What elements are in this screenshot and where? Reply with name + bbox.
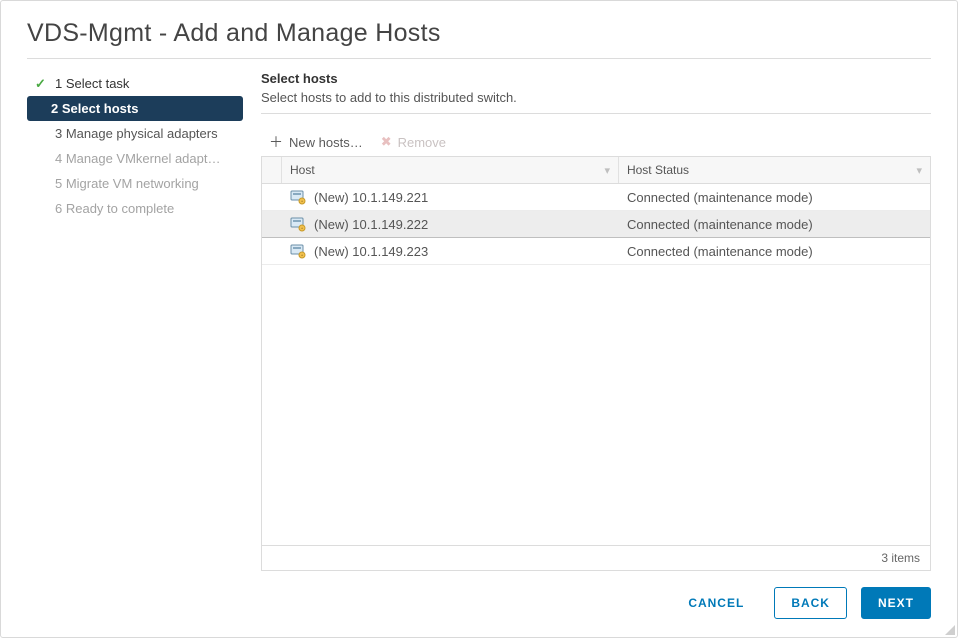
cell-host: + (New) 10.1.149.221 xyxy=(282,184,619,210)
host-name: (New) 10.1.149.223 xyxy=(314,244,428,259)
grid-header: Host ▾ Host Status ▾ xyxy=(262,157,930,184)
dialog-body: ✓ 1 Select task 2 Select hosts 3 Manage … xyxy=(1,71,957,571)
cell-status: Connected (maintenance mode) xyxy=(619,185,930,210)
dialog-footer: CANCEL BACK NEXT xyxy=(1,571,957,637)
back-button[interactable]: BACK xyxy=(774,587,847,619)
cancel-button[interactable]: CANCEL xyxy=(672,588,760,618)
host-icon: + xyxy=(290,189,306,205)
main-panel: Select hosts Select hosts to add to this… xyxy=(243,71,931,571)
step-label: 3 Manage physical adapters xyxy=(55,126,218,141)
grid-body[interactable]: + (New) 10.1.149.221 Connected (maintena… xyxy=(262,184,930,545)
new-hosts-label: New hosts… xyxy=(289,135,363,150)
step-2-select-hosts[interactable]: 2 Select hosts xyxy=(27,96,243,121)
grid-footer: 3 items xyxy=(262,545,930,570)
panel-heading: Select hosts xyxy=(261,71,931,86)
host-icon: + xyxy=(290,243,306,259)
grid-toolbar: ＋ New hosts… ✖ Remove xyxy=(261,128,931,156)
host-name: (New) 10.1.149.222 xyxy=(314,217,428,232)
divider xyxy=(261,113,931,114)
filter-icon[interactable]: ▾ xyxy=(916,164,922,177)
wizard-dialog: VDS-Mgmt - Add and Manage Hosts ✓ 1 Sele… xyxy=(0,0,958,638)
cell-host: + (New) 10.1.149.223 xyxy=(282,238,619,264)
remove-icon: ✖ xyxy=(381,134,392,150)
step-label: 2 Select hosts xyxy=(51,101,138,116)
hosts-grid: Host ▾ Host Status ▾ + xyxy=(261,156,931,571)
new-hosts-button[interactable]: ＋ New hosts… xyxy=(269,135,363,150)
plus-icon: ＋ xyxy=(269,135,283,149)
step-3-manage-physical-adapters: 3 Manage physical adapters xyxy=(27,121,243,146)
next-button[interactable]: NEXT xyxy=(861,587,931,619)
dialog-title: VDS-Mgmt - Add and Manage Hosts xyxy=(1,1,957,58)
host-name: (New) 10.1.149.221 xyxy=(314,190,428,205)
column-header-label: Host Status xyxy=(627,163,689,177)
step-1-select-task[interactable]: ✓ 1 Select task xyxy=(27,71,243,96)
table-row[interactable]: + (New) 10.1.149.222 Connected (maintena… xyxy=(262,211,930,238)
cell-status: Connected (maintenance mode) xyxy=(619,239,930,264)
host-icon: + xyxy=(290,216,306,232)
resize-grip-icon[interactable] xyxy=(945,625,955,635)
cell-host: + (New) 10.1.149.222 xyxy=(282,211,619,237)
remove-button: ✖ Remove xyxy=(381,134,446,150)
step-4-manage-vmkernel-adapters: 4 Manage VMkernel adapt… xyxy=(27,146,243,171)
check-icon: ✓ xyxy=(35,76,46,92)
remove-label: Remove xyxy=(398,135,446,150)
step-label: 1 Select task xyxy=(55,76,129,91)
panel-subheading: Select hosts to add to this distributed … xyxy=(261,90,931,105)
step-5-migrate-vm-networking: 5 Migrate VM networking xyxy=(27,171,243,196)
wizard-steps: ✓ 1 Select task 2 Select hosts 3 Manage … xyxy=(27,71,243,571)
step-label: 4 Manage VMkernel adapt… xyxy=(55,151,220,166)
table-row[interactable]: + (New) 10.1.149.221 Connected (maintena… xyxy=(262,184,930,211)
column-spacer xyxy=(262,157,282,183)
step-6-ready-to-complete: 6 Ready to complete xyxy=(27,196,243,221)
filter-icon[interactable]: ▾ xyxy=(604,164,610,177)
table-row[interactable]: + (New) 10.1.149.223 Connected (maintena… xyxy=(262,238,930,265)
divider xyxy=(27,58,931,59)
step-label: 5 Migrate VM networking xyxy=(55,176,199,191)
cell-status: Connected (maintenance mode) xyxy=(619,212,930,237)
column-header-label: Host xyxy=(290,163,315,177)
column-header-host[interactable]: Host ▾ xyxy=(282,157,619,183)
column-header-status[interactable]: Host Status ▾ xyxy=(619,157,930,183)
step-label: 6 Ready to complete xyxy=(55,201,174,216)
